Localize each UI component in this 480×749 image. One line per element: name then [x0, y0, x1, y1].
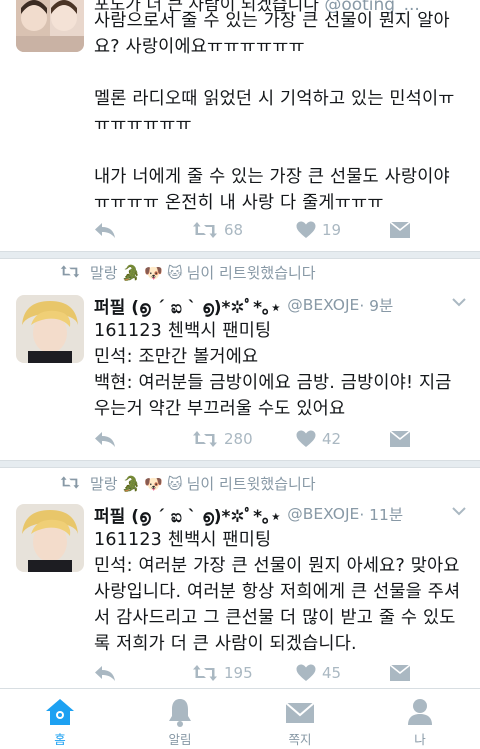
tab-messages-label: 쪽지: [288, 732, 312, 747]
retweet-count: 68: [224, 221, 244, 239]
dm-icon: [390, 665, 410, 681]
like-button[interactable]: 45: [296, 661, 341, 685]
cat-icon: 🐱: [166, 474, 183, 493]
reply-button[interactable]: [94, 218, 116, 242]
tweet-line: 요? 사랑이에요ㅠㅠㅠㅠㅠㅠ: [94, 37, 305, 57]
tweet-line: 우는거 약간 부끄러울 수도 있어요: [94, 399, 346, 419]
retweet-icon: [193, 431, 217, 447]
dm-button[interactable]: [390, 218, 410, 242]
retweet-context: 말랑 🐊 🐶 🐱 님이 리트윗했습니다: [58, 262, 480, 284]
tweet-separator: [0, 460, 480, 468]
reply-icon: [95, 223, 115, 238]
chevron-down-icon[interactable]: [452, 297, 466, 307]
dm-icon: [390, 431, 410, 447]
avatar[interactable]: [16, 504, 84, 572]
tab-messages[interactable]: 쪽지: [240, 689, 360, 749]
dm-icon: [390, 222, 410, 238]
tweet-line: 내가 너에게 줄 수 있는 가장 큰 선물도 사랑이야: [94, 167, 450, 187]
retweet-icon: [60, 265, 80, 278]
retweet-suffix: 님이 리트윗했습니다: [186, 475, 316, 493]
tweet-line: 민석: 여러분 가장 큰 선물이 뭔지 아세요? 맞아요: [94, 556, 460, 576]
home-icon: [46, 699, 74, 725]
tweet-line: 록 저희가 더 큰 사람이 되겠습니다.: [94, 634, 357, 654]
tweet-actions: 195 45: [94, 661, 440, 685]
chevron-down-icon[interactable]: [452, 506, 466, 516]
tab-notifications-label: 알림: [168, 732, 192, 747]
reply-button[interactable]: [94, 427, 116, 451]
like-count: 45: [322, 664, 342, 682]
tweet-line: 사랑입니다. 여러분 항상 저희에게 큰 선물을 주셔: [94, 582, 461, 602]
bell-icon: [169, 699, 191, 727]
heart-icon: [296, 664, 316, 681]
reply-button[interactable]: [94, 661, 116, 685]
dog-icon: 🐶: [144, 474, 163, 493]
tab-me-label: 나: [414, 732, 426, 747]
retweet-button[interactable]: 68: [192, 218, 243, 242]
crocodile-icon: 🐊: [121, 474, 141, 493]
cat-icon: 🐱: [166, 263, 183, 282]
avatar[interactable]: [16, 0, 84, 52]
tab-home[interactable]: 홈: [0, 689, 120, 749]
tweet-text: 161123 첸백시 팬미팅 민석: 여러분 가장 큰 선물이 뭔지 아세요? …: [94, 527, 462, 657]
tweet-header: 퍼필 (൭ ˊ ಐ ˋ ൭)*✲ﾟ*｡⋆ @BEXOJE · 9분: [94, 293, 466, 318]
like-count: 42: [322, 430, 342, 448]
dog-icon: 🐶: [144, 263, 163, 282]
author-handle[interactable]: @BEXOJE: [287, 505, 359, 523]
tweet-actions: 280 42: [94, 427, 440, 451]
reply-icon: [95, 666, 115, 681]
tweet-line: 백현: 여러분들 금방이에요 금방. 금방이야! 지금: [94, 373, 452, 393]
heart-icon: [296, 430, 316, 447]
retweeter-name[interactable]: 말랑: [90, 473, 118, 494]
tweet-line: 민석: 조만간 볼거에요: [94, 347, 259, 367]
person-icon: [408, 699, 432, 725]
tab-me[interactable]: 나: [360, 689, 480, 749]
retweet-icon: [193, 665, 217, 681]
crocodile-icon: 🐊: [121, 263, 141, 282]
retweet-icon: [193, 222, 217, 238]
tweet-line: 멜론 라디오때 읽었던 시 기억하고 있는 민석이ㅠ: [94, 89, 455, 109]
envelope-icon: [285, 702, 315, 723]
author-name[interactable]: 퍼필 (൭ ˊ ಐ ˋ ൭)*✲ﾟ*｡⋆: [94, 293, 281, 318]
tweet-line: 161123 첸백시 팬미팅: [94, 321, 272, 341]
tweet-header: 퍼필 (൭ ˊ ಐ ˋ ൭)*✲ﾟ*｡⋆ @BEXOJE · 11분: [94, 502, 466, 527]
tweet-time: · 11분: [359, 506, 404, 524]
dm-button[interactable]: [390, 661, 410, 685]
retweeter-name[interactable]: 말랑: [90, 262, 118, 283]
author-handle[interactable]: @BEXOJE: [287, 296, 359, 314]
tweet-3[interactable]: 말랑 🐊 🐶 🐱 님이 리트윗했습니다 퍼필 (൭ ˊ ಐ ˋ ൭)*✲ﾟ*｡⋆…: [0, 468, 480, 688]
reply-icon: [95, 432, 115, 447]
tweet-line: 사람으로서 줄 수 있는 가장 큰 선물이 뭔지 알아: [94, 11, 450, 31]
tweet-1[interactable]: 포도가 더 큰 사람이 되겠습니다 @ooting_... 사람으로서 줄 수 …: [0, 0, 480, 255]
bottom-tab-bar: 홈 알림 쪽지 나: [0, 688, 480, 749]
retweet-count: 195: [224, 664, 253, 682]
retweet-button[interactable]: 195: [192, 661, 253, 685]
author-name[interactable]: 퍼필 (൭ ˊ ಐ ˋ ൭)*✲ﾟ*｡⋆: [94, 502, 281, 527]
tweet-text: 사람으로서 줄 수 있는 가장 큰 선물이 뭔지 알아 요? 사랑이에요ㅠㅠㅠㅠ…: [94, 8, 462, 216]
avatar[interactable]: [16, 295, 84, 363]
like-button[interactable]: 19: [296, 218, 341, 242]
retweet-count: 280: [224, 430, 253, 448]
retweet-button[interactable]: 280: [192, 427, 253, 451]
tweet-separator: [0, 251, 480, 259]
tweet-text: 161123 첸백시 팬미팅 민석: 조만간 볼거에요 백현: 여러분들 금방이…: [94, 318, 462, 422]
tab-home-label: 홈: [54, 732, 66, 747]
like-count: 19: [322, 221, 342, 239]
tweet-line: 161123 첸백시 팬미팅: [94, 530, 272, 550]
tweet-actions: 68 19: [94, 218, 440, 242]
tweet-line: 서 감사드리고 그 큰선물 더 많이 받고 줄 수 있도: [94, 608, 456, 628]
tab-notifications[interactable]: 알림: [120, 689, 240, 749]
retweet-suffix: 님이 리트윗했습니다: [186, 264, 316, 282]
retweet-context: 말랑 🐊 🐶 🐱 님이 리트윗했습니다: [58, 473, 480, 495]
tweet-time: · 9분: [359, 297, 394, 315]
retweet-icon: [60, 476, 80, 489]
tweet-2[interactable]: 말랑 🐊 🐶 🐱 님이 리트윗했습니다 퍼필 (൭ ˊ ಐ ˋ ൭)*✲ﾟ*｡⋆…: [0, 259, 480, 460]
tweet-line: ㅠㅠㅠㅠ 온전히 내 사랑 다 줄게ㅠㅠㅠ: [94, 193, 384, 213]
like-button[interactable]: 42: [296, 427, 341, 451]
heart-icon: [296, 221, 316, 238]
dm-button[interactable]: [390, 427, 410, 451]
tweet-line: ㅠㅠㅠㅠㅠㅠ: [94, 115, 192, 135]
